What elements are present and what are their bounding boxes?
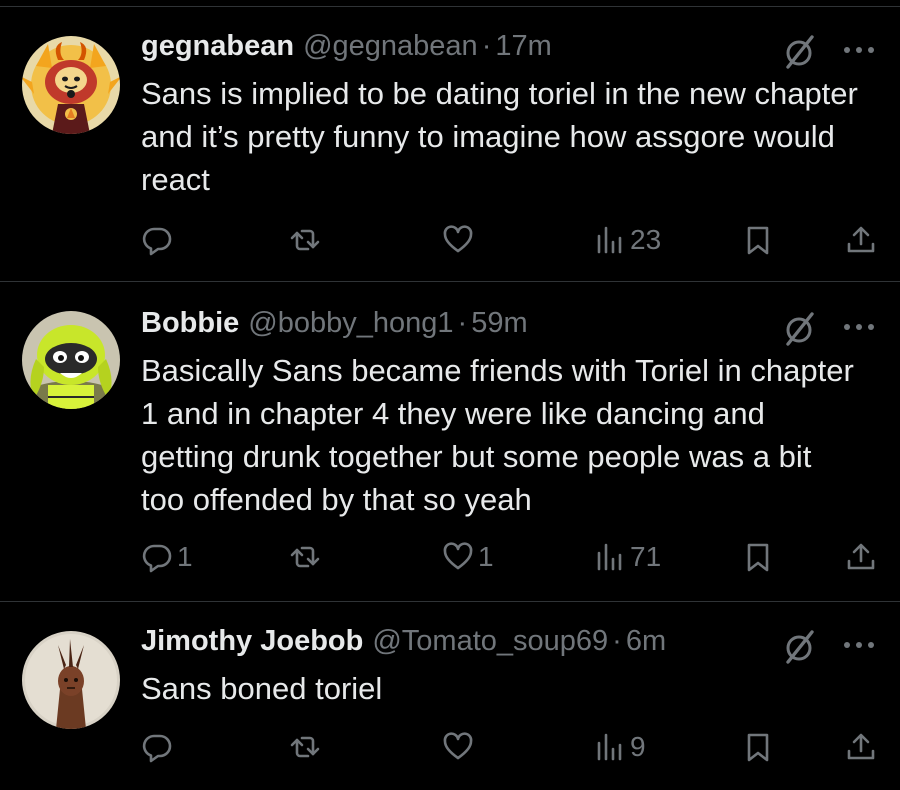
heart-icon [443, 542, 473, 570]
avatar[interactable] [22, 311, 120, 409]
share-icon [847, 226, 875, 253]
retweet-icon [290, 546, 320, 568]
action-bar: 23 [0, 220, 900, 260]
user-handle[interactable]: @bobby_hong1 [248, 307, 453, 340]
tweet-header: gegnabean @gegnabean · 17m [141, 30, 552, 70]
retweet-button[interactable] [289, 537, 325, 577]
avatar[interactable] [22, 36, 120, 134]
retweet-icon [290, 736, 320, 758]
reply-bubble-icon [142, 227, 172, 256]
heart-icon [443, 225, 473, 253]
bookmark-button[interactable] [742, 220, 774, 260]
share-icon [847, 733, 875, 760]
timestamp[interactable]: 59m [471, 307, 527, 340]
timestamp[interactable]: 6m [626, 625, 666, 658]
views-button[interactable]: 23 [594, 220, 661, 260]
tweet-text: Sans is implied to be dating toriel in t… [141, 76, 858, 197]
views-button[interactable]: 9 [594, 727, 646, 767]
display-name[interactable]: Jimothy Joebob [141, 625, 363, 658]
grok-slash-icon[interactable] [782, 34, 818, 70]
share-icon [847, 543, 875, 570]
separator-dot: · [457, 307, 468, 339]
views-bar-icon [597, 226, 622, 254]
share-button[interactable] [845, 537, 877, 577]
bookmark-icon [747, 226, 769, 255]
views-bar-icon [597, 543, 622, 571]
divider [0, 281, 900, 282]
views-button[interactable]: 71 [594, 537, 661, 577]
tweet-header: Jimothy Joebob @Tomato_soup69 · 6m [141, 625, 666, 665]
user-handle[interactable]: @gegnabean [303, 30, 478, 63]
view-count: 71 [630, 541, 662, 572]
separator-dot: · [481, 30, 492, 62]
green-squid-character-avatar [22, 311, 120, 409]
user-handle[interactable]: @Tomato_soup69 [372, 625, 608, 658]
display-name[interactable]: gegnabean [141, 30, 294, 63]
reply-button[interactable] [141, 727, 177, 767]
timestamp[interactable]: 17m [495, 30, 551, 63]
retweet-button[interactable] [289, 220, 325, 260]
tweet-header: Bobbie @bobby_hong1 · 59m [141, 307, 528, 347]
share-button[interactable] [845, 220, 877, 260]
like-button[interactable] [442, 220, 478, 260]
reply-count: 1 [177, 541, 193, 572]
display-name[interactable]: Bobbie [141, 307, 239, 340]
bookmark-button[interactable] [742, 537, 774, 577]
grok-slash-icon[interactable] [782, 629, 818, 665]
retweet-button[interactable] [289, 727, 325, 767]
horned-figure-avatar [22, 631, 120, 729]
demon-sun-character-avatar [22, 36, 120, 134]
divider [0, 6, 900, 7]
more-dots-icon[interactable] [840, 629, 878, 661]
tweet-text: Basically Sans became friends with Torie… [141, 353, 854, 517]
separator-dot: · [612, 625, 622, 657]
reply-timeline: gegnabean @gegnabean · 17m Sans is impli… [0, 0, 900, 790]
like-button[interactable] [442, 727, 478, 767]
like-button[interactable]: 1 [442, 537, 494, 577]
views-bar-icon [597, 733, 622, 761]
reply-bubble-icon [142, 734, 172, 763]
heart-icon [443, 732, 473, 760]
reply-button[interactable] [141, 220, 177, 260]
grok-slash-icon[interactable] [782, 311, 818, 347]
avatar[interactable] [22, 631, 120, 729]
reply-button[interactable]: 1 [141, 537, 193, 577]
like-count: 1 [478, 541, 494, 572]
bookmark-icon [747, 543, 769, 572]
more-dots-icon[interactable] [840, 34, 878, 66]
action-bar: 9 [0, 727, 900, 767]
reply-bubble-icon [142, 544, 172, 573]
retweet-icon [290, 229, 320, 251]
bookmark-icon [747, 733, 769, 762]
view-count: 23 [630, 224, 662, 255]
more-dots-icon[interactable] [840, 311, 878, 343]
divider [0, 601, 900, 602]
bookmark-button[interactable] [742, 727, 774, 767]
action-bar: 1 1 71 [0, 537, 900, 577]
share-button[interactable] [845, 727, 877, 767]
tweet-text: Sans boned toriel [141, 671, 383, 706]
view-count: 9 [630, 731, 646, 762]
